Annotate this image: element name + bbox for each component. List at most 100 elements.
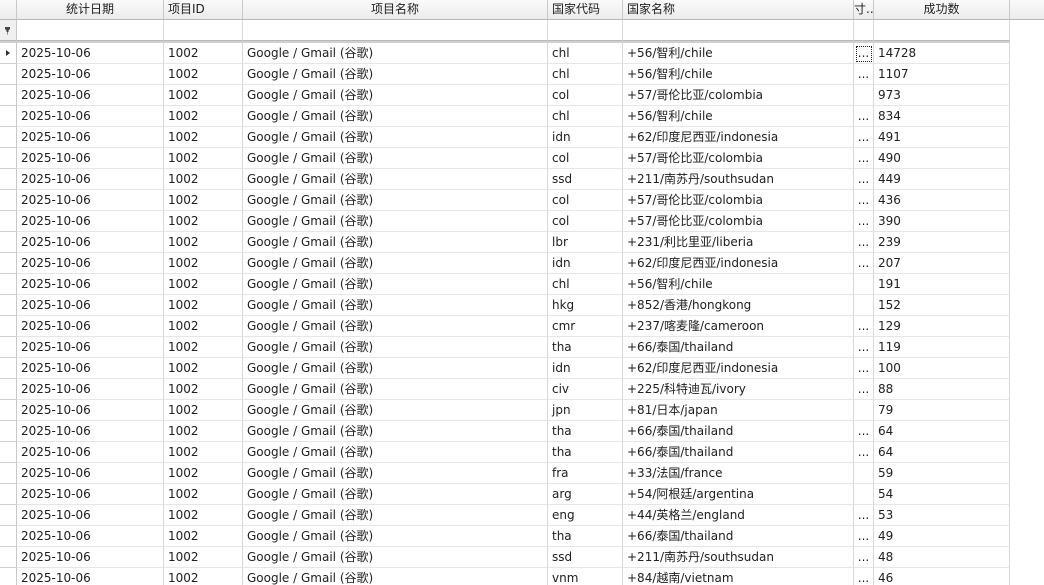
cell-stat-date[interactable]: 2025-10-06 xyxy=(17,190,164,211)
cell-project-name[interactable]: Google / Gmail (谷歌) xyxy=(243,148,548,169)
cell-stat-date[interactable]: 2025-10-06 xyxy=(17,148,164,169)
cell-country-name[interactable]: +56/智利/chile xyxy=(623,64,854,85)
cell-project-name[interactable]: Google / Gmail (谷歌) xyxy=(243,232,548,253)
cell-stat-date[interactable]: 2025-10-06 xyxy=(17,211,164,232)
cell-project-name[interactable]: Google / Gmail (谷歌) xyxy=(243,106,548,127)
cell-project-name[interactable]: Google / Gmail (谷歌) xyxy=(243,43,548,64)
cell-country-code[interactable]: idn xyxy=(548,358,623,379)
table-row[interactable]: 2025-10-06 1002 Google / Gmail (谷歌) hkg +852… xyxy=(0,295,1010,316)
cell-success-count[interactable]: 88 xyxy=(874,379,1010,400)
row-indicator[interactable] xyxy=(0,505,17,526)
cell-stat-date[interactable]: 2025-10-06 xyxy=(17,400,164,421)
cell-country-code[interactable]: chl xyxy=(548,106,623,127)
cell-truncated[interactable]: ... xyxy=(854,190,874,211)
cell-truncated[interactable]: ... xyxy=(854,442,874,463)
cell-country-code[interactable]: civ xyxy=(548,379,623,400)
cell-country-name[interactable]: +57/哥伦比亚/colombia xyxy=(623,148,854,169)
cell-project-id[interactable]: 1002 xyxy=(164,442,243,463)
table-row[interactable]: 2025-10-06 1002 Google / Gmail (谷歌) eng +44/… xyxy=(0,505,1010,526)
cell-country-code[interactable]: tha xyxy=(548,337,623,358)
cell-success-count[interactable]: 239 xyxy=(874,232,1010,253)
cell-country-name[interactable]: +81/日本/japan xyxy=(623,400,854,421)
cell-project-name[interactable]: Google / Gmail (谷歌) xyxy=(243,442,548,463)
cell-stat-date[interactable]: 2025-10-06 xyxy=(17,526,164,547)
cell-stat-date[interactable]: 2025-10-06 xyxy=(17,274,164,295)
cell-country-name[interactable]: +62/印度尼西亚/indonesia xyxy=(623,253,854,274)
cell-country-code[interactable]: fra xyxy=(548,463,623,484)
cell-success-count[interactable]: 152 xyxy=(874,295,1010,316)
cell-project-id[interactable]: 1002 xyxy=(164,106,243,127)
cell-country-name[interactable]: +57/哥伦比亚/colombia xyxy=(623,211,854,232)
cell-project-id[interactable]: 1002 xyxy=(164,526,243,547)
table-row[interactable]: 2025-10-06 1002 Google / Gmail (谷歌) jpn +81/… xyxy=(0,400,1010,421)
cell-project-id[interactable]: 1002 xyxy=(164,505,243,526)
cell-project-id[interactable]: 1002 xyxy=(164,127,243,148)
table-row[interactable]: 2025-10-06 1002 Google / Gmail (谷歌) chl +56/… xyxy=(0,43,1010,64)
row-indicator[interactable] xyxy=(0,274,17,295)
cell-stat-date[interactable]: 2025-10-06 xyxy=(17,127,164,148)
cell-success-count[interactable]: 191 xyxy=(874,274,1010,295)
cell-truncated[interactable] xyxy=(854,274,874,295)
row-indicator[interactable] xyxy=(0,400,17,421)
cell-stat-date[interactable]: 2025-10-06 xyxy=(17,484,164,505)
cell-success-count[interactable]: 64 xyxy=(874,442,1010,463)
cell-country-code[interactable]: tha xyxy=(548,421,623,442)
cell-truncated[interactable]: ... xyxy=(854,253,874,274)
cell-project-id[interactable]: 1002 xyxy=(164,169,243,190)
cell-stat-date[interactable]: 2025-10-06 xyxy=(17,295,164,316)
cell-truncated[interactable] xyxy=(854,484,874,505)
column-header-truncated[interactable]: 寸.. xyxy=(854,0,874,20)
cell-success-count[interactable]: 48 xyxy=(874,547,1010,568)
cell-project-name[interactable]: Google / Gmail (谷歌) xyxy=(243,505,548,526)
table-row[interactable]: 2025-10-06 1002 Google / Gmail (谷歌) col +57/… xyxy=(0,190,1010,211)
cell-truncated[interactable]: ... xyxy=(854,526,874,547)
row-indicator[interactable] xyxy=(0,211,17,232)
cell-stat-date[interactable]: 2025-10-06 xyxy=(17,379,164,400)
cell-country-code[interactable]: chl xyxy=(548,43,623,64)
cell-project-id[interactable]: 1002 xyxy=(164,337,243,358)
cell-truncated[interactable]: ... xyxy=(854,64,874,85)
row-indicator[interactable] xyxy=(0,106,17,127)
filter-input-country-code[interactable] xyxy=(548,20,623,41)
cell-country-name[interactable]: +56/智利/chile xyxy=(623,106,854,127)
cell-stat-date[interactable]: 2025-10-06 xyxy=(17,337,164,358)
cell-truncated[interactable]: ... xyxy=(854,379,874,400)
row-indicator[interactable] xyxy=(0,232,17,253)
table-row[interactable]: 2025-10-06 1002 Google / Gmail (谷歌) arg +54/… xyxy=(0,484,1010,505)
cell-project-name[interactable]: Google / Gmail (谷歌) xyxy=(243,274,548,295)
cell-country-code[interactable]: arg xyxy=(548,484,623,505)
cell-project-id[interactable]: 1002 xyxy=(164,190,243,211)
cell-country-name[interactable]: +62/印度尼西亚/indonesia xyxy=(623,127,854,148)
row-indicator[interactable] xyxy=(0,127,17,148)
cell-project-name[interactable]: Google / Gmail (谷歌) xyxy=(243,379,548,400)
cell-stat-date[interactable]: 2025-10-06 xyxy=(17,43,164,64)
cell-success-count[interactable]: 390 xyxy=(874,211,1010,232)
cell-country-name[interactable]: +211/南苏丹/southsudan xyxy=(623,547,854,568)
cell-project-id[interactable]: 1002 xyxy=(164,211,243,232)
row-indicator[interactable] xyxy=(0,547,17,568)
cell-truncated[interactable] xyxy=(854,463,874,484)
cell-project-name[interactable]: Google / Gmail (谷歌) xyxy=(243,400,548,421)
row-indicator[interactable] xyxy=(0,253,17,274)
row-indicator[interactable] xyxy=(0,295,17,316)
table-row[interactable]: 2025-10-06 1002 Google / Gmail (谷歌) cmr +237… xyxy=(0,316,1010,337)
filter-input-project-name[interactable] xyxy=(243,20,548,41)
cell-success-count[interactable]: 449 xyxy=(874,169,1010,190)
cell-project-name[interactable]: Google / Gmail (谷歌) xyxy=(243,253,548,274)
cell-truncated[interactable]: ... xyxy=(854,211,874,232)
cell-country-name[interactable]: +211/南苏丹/southsudan xyxy=(623,169,854,190)
cell-project-name[interactable]: Google / Gmail (谷歌) xyxy=(243,295,548,316)
cell-project-name[interactable]: Google / Gmail (谷歌) xyxy=(243,484,548,505)
cell-truncated[interactable]: ... xyxy=(854,127,874,148)
cell-success-count[interactable]: 491 xyxy=(874,127,1010,148)
cell-project-name[interactable]: Google / Gmail (谷歌) xyxy=(243,568,548,585)
cell-country-name[interactable]: +66/泰国/thailand xyxy=(623,421,854,442)
row-indicator[interactable] xyxy=(0,64,17,85)
cell-project-id[interactable]: 1002 xyxy=(164,253,243,274)
cell-project-name[interactable]: Google / Gmail (谷歌) xyxy=(243,358,548,379)
cell-project-id[interactable]: 1002 xyxy=(164,316,243,337)
cell-project-id[interactable]: 1002 xyxy=(164,421,243,442)
cell-country-name[interactable]: +56/智利/chile xyxy=(623,43,854,64)
cell-country-code[interactable]: tha xyxy=(548,442,623,463)
cell-stat-date[interactable]: 2025-10-06 xyxy=(17,64,164,85)
